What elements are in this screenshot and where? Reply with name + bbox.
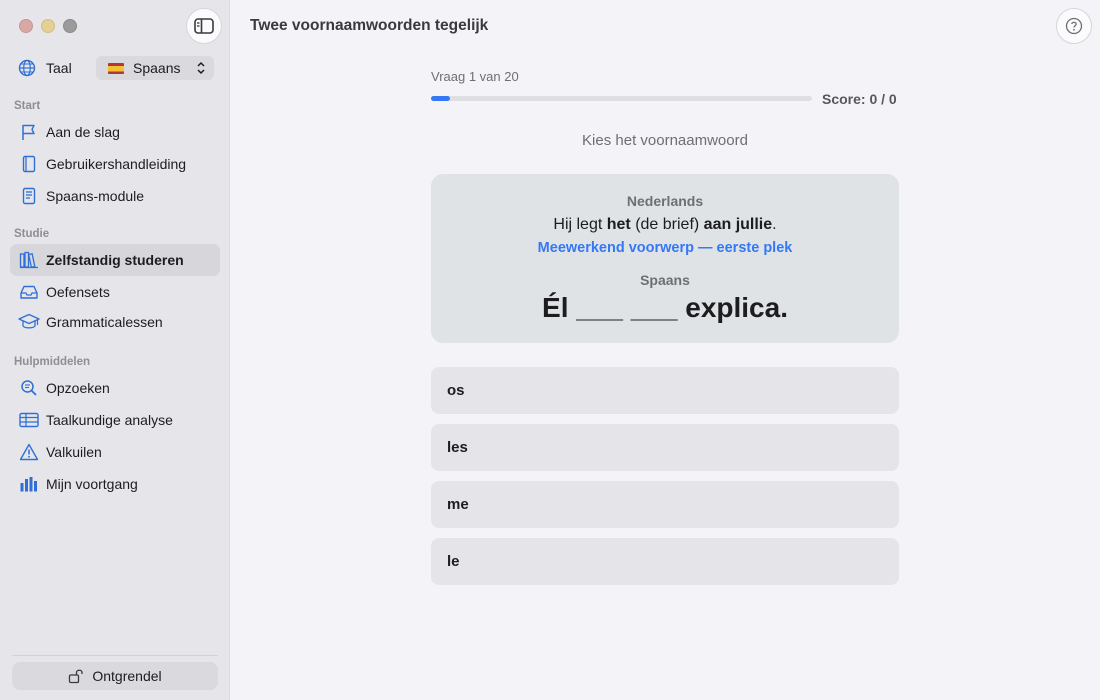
bar-chart-icon (18, 473, 40, 495)
search-icon (18, 377, 40, 399)
sidebar-item-opzoeken[interactable]: Opzoeken (10, 372, 220, 404)
app-window: Taal Spaans Start Aan de slag Gebruikers… (0, 0, 1100, 700)
hint-text: Meewerkend voorwerp — eerste plek (537, 240, 793, 256)
answer-option[interactable]: os (431, 367, 899, 414)
flag-icon (18, 121, 40, 143)
toggle-sidebar-button[interactable] (186, 8, 222, 44)
table-icon (18, 409, 40, 431)
language-select[interactable]: Spaans (96, 56, 214, 80)
source-sentence-emphasis: aan jullie (703, 216, 773, 233)
sidebar-item-valkuilen[interactable]: Valkuilen (10, 436, 220, 468)
unlock-button[interactable]: Ontgrendel (12, 662, 218, 690)
language-label: Taal (46, 60, 72, 76)
graduation-cap-icon (18, 311, 40, 333)
chevron-up-down-icon (197, 61, 205, 75)
sidebar-item-grammaticalessen[interactable]: Grammaticalessen (10, 306, 220, 338)
score-label: Score: 0 / 0 (822, 91, 897, 107)
question-counter: Vraag 1 van 20 (431, 69, 519, 84)
sidebar-item-aan-de-slag[interactable]: Aan de slag (10, 116, 220, 148)
spain-flag-icon (108, 62, 124, 74)
answer-option[interactable]: les (431, 424, 899, 471)
sidebar-item-taalkundige-analyse[interactable]: Taalkundige analyse (10, 404, 220, 436)
source-sentence-part: (de brief) (630, 216, 704, 233)
sidebar-item-label: Oefensets (46, 284, 110, 300)
source-sentence-emphasis: het (606, 216, 631, 233)
zoom-window-button[interactable] (63, 19, 77, 33)
section-hulpmiddelen: Hulpmiddelen (14, 356, 91, 368)
close-window-button[interactable] (19, 19, 33, 33)
language-row: Taal Spaans (18, 56, 214, 80)
sidebar-icon (194, 18, 214, 34)
sidebar-item-mijn-voortgang[interactable]: Mijn voortgang (10, 468, 220, 500)
warning-icon (18, 441, 40, 463)
tray-icon (18, 281, 40, 303)
unlock-icon (68, 668, 84, 684)
progress-bar (431, 96, 812, 101)
sidebar-item-label: Valkuilen (46, 444, 102, 460)
sidebar-divider (12, 655, 218, 656)
section-studie: Studie (14, 228, 50, 240)
sidebar-item-spaans-module[interactable]: Spaans-module (10, 180, 220, 212)
sidebar-item-zelfstandig-studeren[interactable]: Zelfstandig studeren (10, 244, 220, 276)
page-title: Twee voornaamwoorden tegelijk (250, 17, 489, 34)
sidebar-item-label: Gebruikershandleiding (46, 156, 187, 172)
sidebar: Taal Spaans Start Aan de slag Gebruikers… (0, 0, 230, 700)
document-icon (18, 185, 40, 207)
question-mark-icon (1065, 17, 1083, 35)
window-controls (19, 19, 77, 33)
sidebar-item-label: Grammaticalessen (46, 314, 163, 330)
question-card: Nederlands Hij legt het (de brief) aan j… (431, 174, 899, 343)
help-button[interactable] (1056, 8, 1092, 44)
section-start: Start (14, 100, 41, 112)
language-select-value: Spaans (133, 60, 181, 76)
minimize-window-button[interactable] (41, 19, 55, 33)
target-sentence: Él ___ ___ explica. (542, 292, 788, 323)
answer-option[interactable]: me (431, 481, 899, 528)
book-icon (18, 153, 40, 175)
instruction-text: Kies het voornaamwoord (582, 132, 748, 149)
sidebar-item-label: Opzoeken (46, 380, 110, 396)
answer-option[interactable]: le (431, 538, 899, 585)
sidebar-item-label: Aan de slag (46, 124, 120, 140)
sidebar-item-label: Spaans-module (46, 188, 145, 204)
sidebar-item-label: Mijn voortgang (46, 476, 138, 492)
sidebar-item-oefensets[interactable]: Oefensets (10, 276, 220, 308)
target-language-label: Spaans (640, 272, 690, 288)
globe-icon (18, 59, 36, 77)
progress-bar-fill (431, 96, 451, 101)
source-language-label: Nederlands (626, 193, 704, 209)
source-sentence: Hij legt het (de brief) aan jullie. (431, 216, 899, 234)
sidebar-item-gebruikershandleiding[interactable]: Gebruikershandleiding (10, 148, 220, 180)
sidebar-item-label: Zelfstandig studeren (46, 252, 184, 268)
unlock-label: Ontgrendel (92, 668, 162, 684)
sidebar-item-label: Taalkundige analyse (46, 412, 173, 428)
source-sentence-part: . (772, 216, 777, 233)
source-sentence-part: Hij legt (553, 216, 607, 233)
books-icon (18, 249, 40, 271)
